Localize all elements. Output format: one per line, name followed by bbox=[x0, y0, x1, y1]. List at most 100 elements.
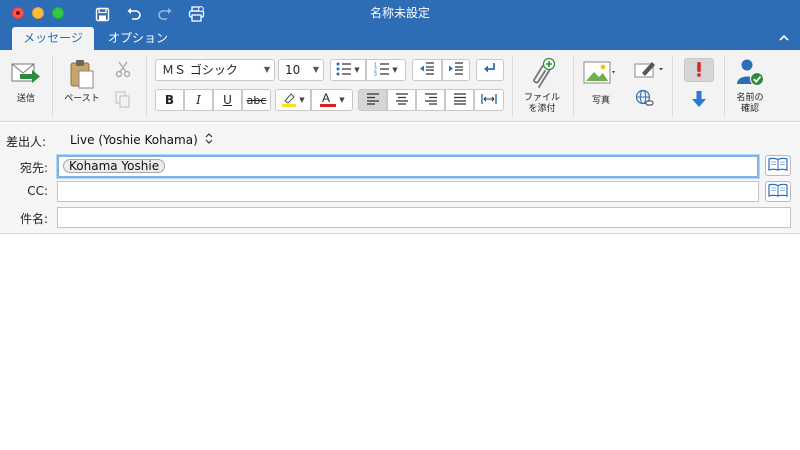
decrease-indent-button[interactable] bbox=[412, 59, 442, 81]
photo-label: 写真 bbox=[591, 96, 610, 106]
ribbon-divider bbox=[573, 56, 574, 116]
numbered-list-icon: 123 bbox=[374, 62, 390, 79]
check-names-label-line2: 確認 bbox=[740, 104, 759, 114]
align-right-button[interactable] bbox=[416, 89, 445, 111]
save-icon[interactable] bbox=[92, 4, 112, 24]
paste-button[interactable]: ペースト bbox=[58, 56, 106, 114]
copy-icon[interactable] bbox=[113, 89, 133, 109]
decrease-indent-icon bbox=[419, 62, 435, 78]
high-importance-button[interactable] bbox=[684, 58, 714, 82]
ribbon-divider bbox=[146, 56, 147, 116]
font-size-value: 10 bbox=[285, 63, 301, 77]
align-right-icon bbox=[424, 92, 438, 108]
from-account-select[interactable]: Live (Yoshie Kohama) bbox=[70, 133, 213, 147]
increase-indent-icon bbox=[448, 62, 464, 78]
to-address-book-button[interactable] bbox=[765, 155, 791, 176]
underline-button[interactable]: U bbox=[213, 89, 242, 111]
address-book-icon bbox=[768, 183, 788, 200]
to-field[interactable]: Kohama Yoshie bbox=[57, 155, 759, 178]
to-label: 宛先: bbox=[19, 161, 48, 175]
message-header-fields: 差出人: Live (Yoshie Kohama) 宛先: Kohama Yos… bbox=[0, 123, 800, 234]
from-label: 差出人: bbox=[6, 135, 47, 149]
tab-options[interactable]: オプション bbox=[98, 27, 178, 50]
highlight-button[interactable]: ▼ bbox=[275, 89, 311, 111]
photo-button[interactable]: 写真 bbox=[580, 58, 626, 114]
svg-text:A: A bbox=[322, 91, 330, 105]
undo-icon[interactable] bbox=[124, 4, 144, 24]
font-size-select[interactable]: 10 ▼ bbox=[278, 59, 324, 81]
chevron-down-icon: ▼ bbox=[263, 65, 270, 74]
arrow-down-icon bbox=[691, 90, 707, 111]
numbering-button[interactable]: 123 ▼ bbox=[366, 59, 406, 81]
tab-message[interactable]: メッセージ bbox=[12, 27, 94, 50]
align-center-button[interactable] bbox=[387, 89, 416, 111]
title-bar: 名称未設定 bbox=[0, 0, 800, 27]
bold-button[interactable]: B bbox=[155, 89, 184, 111]
from-account-value: Live (Yoshie Kohama) bbox=[70, 133, 198, 147]
picture-icon bbox=[582, 60, 618, 86]
align-center-icon bbox=[395, 92, 409, 108]
close-window-button[interactable] bbox=[12, 7, 24, 19]
attach-file-label-line2: を添付 bbox=[528, 104, 556, 114]
attach-file-label-line1: ファイル bbox=[523, 93, 560, 103]
message-body-editor[interactable] bbox=[0, 235, 800, 450]
strikethrough-button[interactable]: abc bbox=[242, 89, 271, 111]
cc-label: CC: bbox=[27, 184, 48, 198]
send-button[interactable]: 送信 bbox=[6, 58, 46, 114]
signature-button[interactable] bbox=[632, 59, 666, 81]
low-importance-button[interactable] bbox=[689, 90, 709, 110]
paste-label: ペースト bbox=[64, 94, 100, 104]
subject-label: 件名: bbox=[19, 212, 48, 226]
distributed-button[interactable] bbox=[474, 89, 504, 111]
cut-icon[interactable] bbox=[113, 59, 133, 79]
align-left-icon bbox=[366, 92, 380, 108]
italic-button[interactable]: I bbox=[184, 89, 213, 111]
font-color-icon: A bbox=[319, 91, 337, 110]
ribbon: 送信 ペースト ＭＳ ゴシック ▼ 10 ▼ ▼ 123 ▼ B I U abc… bbox=[0, 50, 800, 122]
svg-text:3: 3 bbox=[374, 72, 377, 76]
ribbon-divider bbox=[52, 56, 53, 116]
link-button[interactable] bbox=[634, 89, 656, 111]
cc-address-book-button[interactable] bbox=[765, 181, 791, 202]
exclamation-icon bbox=[695, 61, 703, 80]
paste-icon bbox=[68, 58, 96, 90]
signature-pen-icon bbox=[634, 59, 664, 82]
increase-indent-button[interactable] bbox=[442, 59, 470, 81]
check-names-button[interactable]: 名前の 確認 bbox=[728, 54, 772, 116]
up-down-chevron-icon bbox=[205, 133, 213, 147]
bullets-button[interactable]: ▼ bbox=[330, 59, 366, 81]
font-name-value: ＭＳ ゴシック bbox=[162, 63, 238, 77]
address-book-icon bbox=[768, 157, 788, 174]
redo-icon[interactable] bbox=[155, 4, 175, 24]
zoom-window-button[interactable] bbox=[52, 7, 64, 19]
ribbon-divider bbox=[724, 56, 725, 116]
subject-field[interactable] bbox=[57, 207, 791, 228]
paperclip-icon bbox=[527, 56, 557, 90]
ribbon-divider bbox=[512, 56, 513, 116]
highlighter-icon bbox=[281, 91, 297, 110]
font-color-button[interactable]: A ▼ bbox=[311, 89, 353, 111]
send-icon bbox=[10, 60, 42, 88]
chevron-down-icon: ▼ bbox=[312, 65, 319, 74]
justify-button[interactable] bbox=[445, 89, 474, 111]
align-left-button[interactable] bbox=[358, 89, 387, 111]
collapse-ribbon-icon[interactable] bbox=[778, 32, 790, 44]
ribbon-tab-bar: メッセージ オプション bbox=[0, 27, 800, 50]
check-names-label-line1: 名前の bbox=[736, 93, 764, 103]
print-icon[interactable] bbox=[186, 4, 206, 24]
font-name-select[interactable]: ＭＳ ゴシック ▼ bbox=[155, 59, 275, 81]
send-label: 送信 bbox=[16, 94, 35, 104]
minimize-window-button[interactable] bbox=[32, 7, 44, 19]
window-title: 名称未設定 bbox=[369, 6, 430, 20]
check-names-icon bbox=[734, 56, 766, 88]
bullet-list-icon bbox=[336, 62, 352, 79]
justify-icon bbox=[453, 92, 467, 108]
cc-field[interactable] bbox=[57, 181, 759, 202]
globe-link-icon bbox=[635, 89, 655, 112]
distributed-align-icon bbox=[481, 93, 497, 108]
return-arrow-icon bbox=[483, 62, 497, 78]
ribbon-divider bbox=[672, 56, 673, 116]
line-break-button[interactable] bbox=[476, 59, 504, 81]
recipient-chip[interactable]: Kohama Yoshie bbox=[63, 159, 166, 173]
attach-file-button[interactable]: ファイル を添付 bbox=[517, 54, 567, 116]
